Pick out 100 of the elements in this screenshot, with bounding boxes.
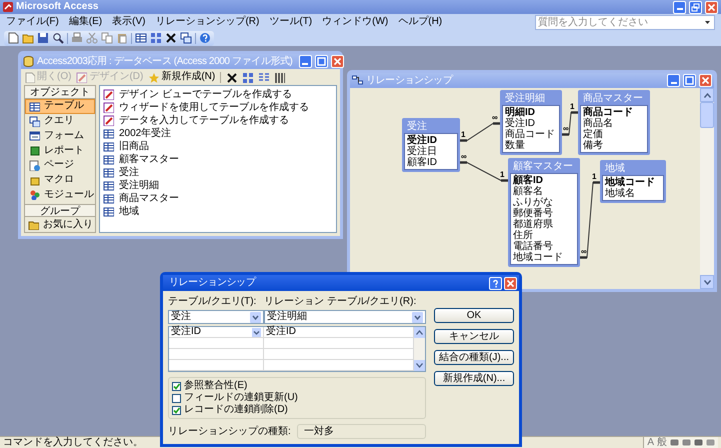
list-item[interactable]: 旧商品	[119, 142, 149, 152]
sidebar-item[interactable]: マクロ	[25, 172, 95, 188]
field-name[interactable]: 顧客ID	[511, 175, 577, 186]
checkbox[interactable]	[172, 394, 181, 402]
menu-item[interactable]: ウィンドウ(W)	[322, 17, 388, 27]
dropdown-arrow-icon[interactable]	[252, 328, 261, 336]
scrollbar-thumb[interactable]	[700, 102, 714, 128]
page-icon[interactable]	[7, 32, 19, 44]
folder-icon[interactable]	[22, 32, 34, 44]
table-title: 顧客マスター	[512, 160, 574, 173]
field-name[interactable]: 数量	[503, 140, 559, 151]
relationship-line	[560, 111, 580, 136]
folder-icon	[28, 219, 39, 230]
table-combo-box[interactable]: 受注明細	[264, 310, 426, 324]
close-icon	[332, 57, 342, 66]
dialog-button[interactable]: 結合の種類(J)...	[434, 350, 514, 365]
field-name[interactable]: ふりがな	[511, 197, 577, 208]
field-name[interactable]: 顧客ID	[405, 157, 457, 168]
sidebar-item[interactable]: テーブル	[25, 99, 95, 114]
sidebar-item[interactable]: クエリ	[25, 114, 95, 128]
checkbox[interactable]	[172, 382, 181, 390]
field-name[interactable]: 商品コード	[581, 107, 647, 118]
sidebar-item[interactable]: ページ	[25, 158, 95, 173]
minimize-button[interactable]	[298, 55, 312, 68]
list-item[interactable]: 受注明細	[119, 180, 159, 190]
field-name[interactable]: 地域コード	[511, 252, 577, 263]
list-item[interactable]: ウィザードを使用してテーブルを作成する	[119, 102, 309, 112]
minimize-button[interactable]	[673, 0, 686, 14]
list-item[interactable]: デザイン ビューでテーブルを作成する	[119, 90, 292, 100]
field-name[interactable]: 受注ID	[503, 118, 559, 129]
list-item[interactable]: データを入力してテーブルを作成する	[119, 116, 289, 126]
field-name[interactable]: 受注ID	[405, 135, 457, 146]
list-item[interactable]: 商品マスター	[119, 194, 179, 204]
cardinality-label: ∞	[461, 152, 467, 160]
field-name[interactable]: 地域名	[603, 188, 663, 199]
close-button[interactable]	[504, 276, 517, 290]
checkbox-label: 参照整合性(E)	[184, 381, 248, 391]
scissors-icon[interactable]	[86, 32, 98, 44]
list-item[interactable]: 受注	[119, 168, 139, 178]
menu-item[interactable]: リレーションシップ(R)	[155, 17, 260, 27]
close-button[interactable]	[699, 74, 712, 87]
delete-icon[interactable]	[226, 72, 238, 82]
list-view-icon[interactable]	[258, 72, 270, 82]
list-item[interactable]: 地域	[119, 206, 139, 216]
menu-item[interactable]: ヘルプ(H)	[398, 17, 442, 27]
field-name[interactable]: 電話番号	[511, 241, 577, 252]
menu-item[interactable]: ファイル(F)	[6, 17, 59, 27]
sidebar-item[interactable]: フォーム	[25, 128, 95, 144]
scroll-up-button[interactable]	[700, 88, 714, 102]
list-item[interactable]: 顧客マスター	[119, 154, 179, 164]
delete-icon[interactable]	[165, 32, 177, 44]
search-icon[interactable]	[52, 32, 64, 44]
help-icon[interactable]	[199, 32, 211, 44]
field-name[interactable]: 商品名	[581, 118, 647, 129]
field-name[interactable]: 都道府県	[511, 219, 577, 230]
copy-icon[interactable]	[101, 32, 113, 44]
scroll-down-button[interactable]	[414, 360, 425, 371]
field-name[interactable]: 備考	[581, 140, 647, 151]
sidebar-item[interactable]: モジュール	[25, 188, 95, 202]
toolbar-button[interactable]: 新規作成(N)	[148, 72, 216, 82]
clipboard-icon[interactable]	[116, 32, 128, 44]
ime-mode-label[interactable]: 般	[657, 438, 667, 448]
close-button[interactable]	[705, 0, 718, 14]
icon-view-icon[interactable]	[242, 72, 254, 82]
checkbox[interactable]	[172, 406, 181, 414]
maximize-button[interactable]	[683, 74, 696, 87]
sidebar-item[interactable]: レポート	[25, 143, 95, 158]
help-search-field[interactable]: 質問を入力してください	[535, 14, 715, 30]
field-name[interactable]: 受注日	[405, 146, 457, 157]
details-view-icon[interactable]	[274, 72, 286, 82]
minimize-button[interactable]	[667, 74, 680, 87]
cardinality-label: ∞	[492, 114, 498, 122]
dialog-button[interactable]: OK	[434, 308, 514, 323]
restore-button[interactable]	[689, 0, 702, 14]
field-name[interactable]: 明細ID	[503, 107, 559, 118]
scroll-down-button[interactable]	[700, 275, 714, 289]
field-name[interactable]: 地域コード	[603, 177, 663, 188]
menu-item[interactable]: ツール(T)	[269, 17, 312, 27]
field-name[interactable]: 顧客名	[511, 186, 577, 197]
menu-item[interactable]: 表示(V)	[112, 17, 146, 27]
maximize-button[interactable]	[314, 55, 328, 68]
field-name[interactable]: 住所	[511, 230, 577, 241]
grid-cell[interactable]: 受注ID	[169, 327, 264, 337]
dialog-button[interactable]: 新規作成(N)...	[434, 371, 514, 386]
ime-mode-label[interactable]: A	[647, 438, 654, 448]
sidebar-item-label: テーブル	[44, 101, 84, 112]
table-combo-box[interactable]: 受注	[168, 310, 264, 324]
printer-icon[interactable]	[71, 32, 83, 44]
sidebar-item[interactable]: お気に入り	[25, 217, 95, 232]
icon-view-icon[interactable]	[150, 32, 162, 44]
menu-item[interactable]: 編集(E)	[68, 17, 102, 27]
list-item[interactable]: 2002年受注	[119, 128, 172, 138]
help-button[interactable]	[489, 276, 502, 290]
field-name[interactable]: 定価	[581, 129, 647, 140]
table-icon[interactable]	[135, 32, 147, 44]
scroll-up-button[interactable]	[414, 327, 425, 338]
dialog-button[interactable]: キャンセル	[434, 329, 514, 344]
field-name[interactable]: 郵便番号	[511, 208, 577, 219]
field-name[interactable]: 商品コード	[503, 129, 559, 140]
close-button[interactable]	[330, 55, 344, 68]
